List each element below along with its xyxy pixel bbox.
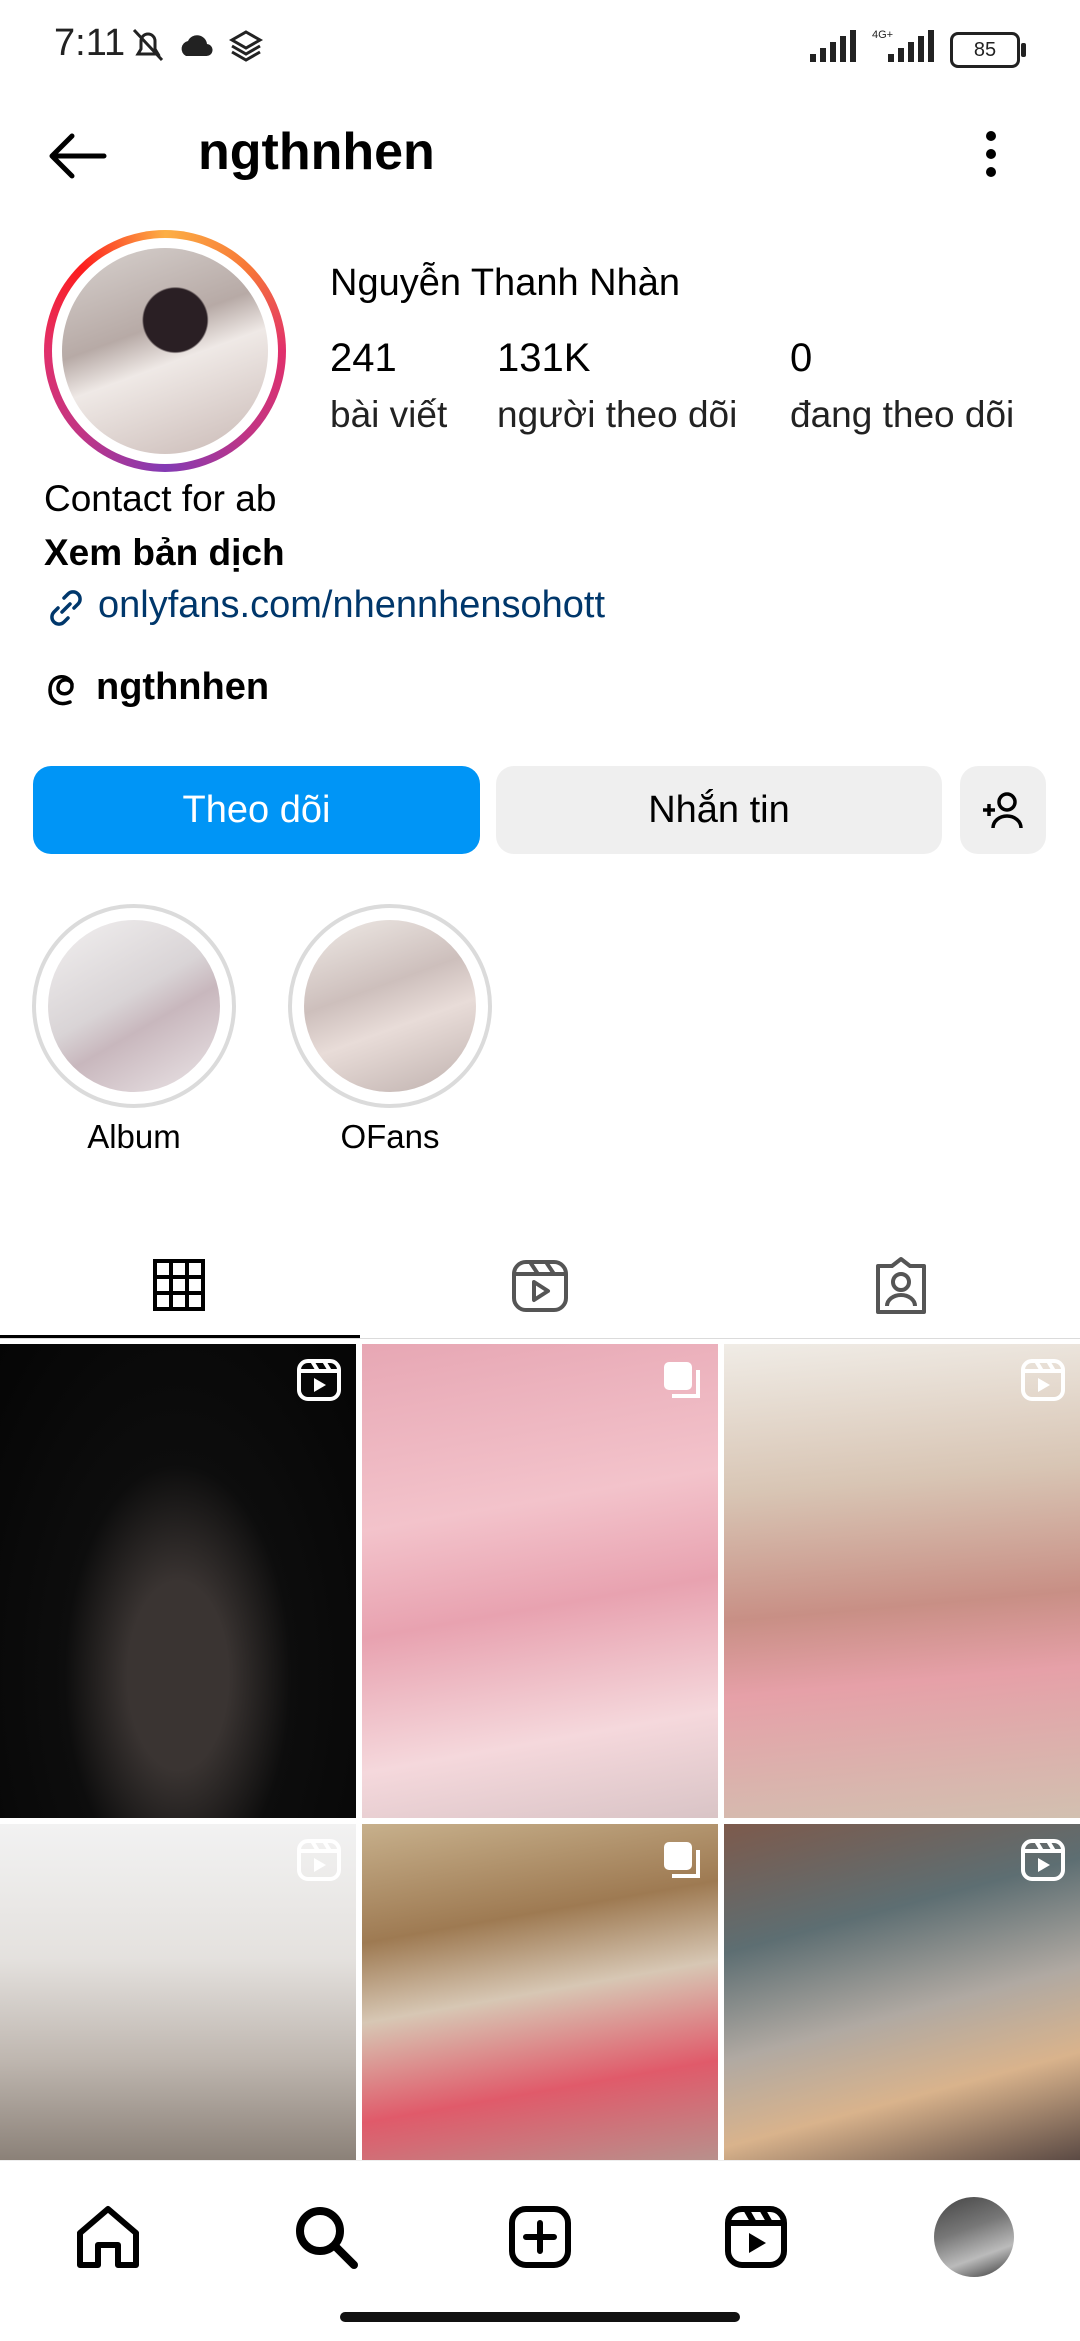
tab-posts-grid[interactable]	[0, 1230, 360, 1338]
more-options-icon[interactable]	[976, 126, 1006, 182]
gesture-bar[interactable]	[340, 2312, 740, 2322]
profile-link[interactable]: onlyfans.com/nhennhensohott	[98, 584, 605, 627]
layers-icon	[228, 30, 264, 62]
highlight-album[interactable]	[32, 904, 236, 1108]
home-icon[interactable]	[68, 2197, 148, 2277]
profile-avatar-nav[interactable]	[934, 2197, 1014, 2277]
status-bar: 7:11 4G+ 85	[0, 0, 1080, 96]
post-tile[interactable]	[724, 1344, 1080, 1818]
grid-icon	[153, 1259, 205, 1311]
following-count[interactable]: 0	[790, 336, 812, 381]
add-person-icon	[983, 792, 1023, 829]
signal-4g-icon: 4G+	[872, 29, 934, 62]
posts-count[interactable]: 241	[330, 336, 397, 381]
reel-indicator-icon	[297, 1359, 341, 1401]
carousel-indicator-icon	[664, 1362, 700, 1398]
carousel-indicator-icon	[664, 1842, 700, 1878]
battery-indicator: 85	[950, 32, 1026, 68]
message-button[interactable]: Nhắn tin	[496, 766, 942, 854]
svg-text:4G+: 4G+	[872, 29, 893, 41]
threads-icon[interactable]	[44, 666, 86, 710]
reel-indicator-icon	[1021, 1359, 1065, 1401]
post-tile[interactable]	[0, 1344, 356, 1818]
followers-count[interactable]: 131K	[497, 336, 590, 381]
followers-label[interactable]: người theo dõi	[497, 394, 737, 436]
profile-bio: Contact for ab	[44, 478, 277, 519]
reels-icon	[512, 1260, 568, 1312]
post-tile[interactable]	[362, 1824, 718, 2160]
post-tile[interactable]	[0, 1824, 356, 2160]
translate-link[interactable]: Xem bản dịch	[44, 532, 285, 574]
suggested-users-button[interactable]	[960, 766, 1046, 854]
search-icon[interactable]	[286, 2197, 366, 2277]
create-post-icon[interactable]	[500, 2197, 580, 2277]
post-tile[interactable]	[724, 1824, 1080, 2160]
tab-tagged[interactable]	[720, 1230, 1080, 1338]
reel-indicator-icon	[297, 1839, 341, 1881]
profile-full-name: Nguyễn Thanh Nhàn	[330, 262, 680, 304]
tab-reels[interactable]	[360, 1230, 720, 1338]
status-time: 7:11	[54, 22, 126, 64]
highlight-image	[48, 920, 220, 1092]
reel-indicator-icon	[1021, 1839, 1065, 1881]
profile-tabs	[0, 1230, 1080, 1339]
muted-bell-icon	[132, 28, 164, 62]
tagged-person-icon	[876, 1257, 926, 1314]
profile-avatar[interactable]	[44, 230, 286, 472]
following-label[interactable]: đang theo dõi	[790, 394, 1014, 436]
reels-nav-icon[interactable]	[716, 2197, 796, 2277]
posts-label[interactable]: bài viết	[330, 394, 447, 436]
follow-button[interactable]: Theo dõi	[33, 766, 480, 854]
threads-handle[interactable]: ngthnhen	[96, 666, 269, 709]
signal-icon	[810, 30, 856, 62]
back-arrow-icon[interactable]	[44, 128, 108, 184]
highlight-image	[304, 920, 476, 1092]
cloud-icon	[181, 35, 213, 57]
page-title: ngthnhen	[198, 123, 435, 181]
post-tile[interactable]	[362, 1344, 718, 1818]
avatar-image	[62, 248, 268, 454]
link-icon	[50, 590, 82, 626]
highlight-label[interactable]: OFans	[288, 1118, 492, 1156]
highlight-ofans[interactable]	[288, 904, 492, 1108]
highlight-label[interactable]: Album	[32, 1118, 236, 1156]
